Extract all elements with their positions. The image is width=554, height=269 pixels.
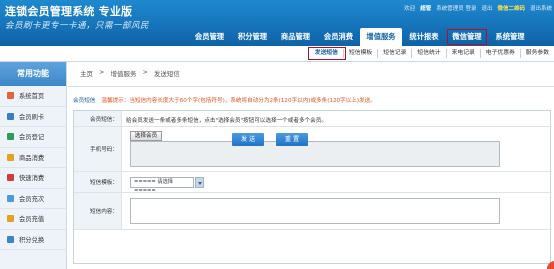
row-phone: 手机号码： 选择会员 xyxy=(74,127,552,172)
toplink-role: 系统管理员 登录 xyxy=(436,6,477,12)
cart-icon xyxy=(7,153,14,161)
template-select[interactable]: ===== 请选择 ===== xyxy=(130,177,194,194)
nav-goods-manage[interactable]: 商品管理 xyxy=(274,28,317,46)
breadcrumb-divider xyxy=(68,86,554,87)
content-label: 短信内容： xyxy=(74,193,122,229)
breadcrumb-current: 发送短信 xyxy=(153,70,180,78)
breadcrumb-sep: > xyxy=(99,68,105,76)
nav-system-manage[interactable]: 系统管理 xyxy=(488,28,532,46)
main-nav: 会员管理 积分管理 商品管理 会员消费 增值服务 统计报表 微信管理 系统管理 xyxy=(188,28,532,46)
sidebar-item-recharge[interactable]: 会员充值 xyxy=(0,209,66,230)
sidebar-header: 常用功能 xyxy=(0,62,66,86)
send-button[interactable]: 发 送 xyxy=(232,133,264,146)
row-member-sms: 会员短信： 给会员发送一条或者多条短信，点击"选择会员"按钮可以选择一个或者多个… xyxy=(74,111,552,127)
nav-member-manage[interactable]: 会员管理 xyxy=(188,28,231,46)
reset-button[interactable]: 重 置 xyxy=(276,133,308,146)
gift-icon xyxy=(7,235,14,243)
sidebar-item-recharge-count[interactable]: 会员充次 xyxy=(0,189,66,209)
top-header: 连锁会员管理系统 专业版 会员刷卡更专一卡通，只需一部风民 欢迎 超管 系统管理… xyxy=(0,0,554,46)
subnav-e-coupon[interactable]: 电子优惠券 xyxy=(481,49,521,58)
breadcrumb-value-added[interactable]: 增值服务 xyxy=(110,68,136,78)
row-template: 短信模板： ===== 请选择 ===== xyxy=(74,172,552,194)
member-sms-hint: 给会员发送一条或者多条短信，点击"选择会员"按钮可以选择一个或者多个会员。 xyxy=(126,118,327,124)
notice-warning: 温馨提示：当短信内容长度大于60个字(包括符号)，系统将自动分为2条(120字以… xyxy=(101,98,376,104)
sidebar-item-label: 系统首页 xyxy=(19,93,45,101)
sms-content-field[interactable] xyxy=(130,198,500,224)
user-card-icon xyxy=(7,112,14,120)
subnav-sms-stats[interactable]: 短信统计 xyxy=(412,49,447,58)
subnav-sms-records[interactable]: 短信记录 xyxy=(378,49,413,58)
subnav-send-sms[interactable]: 发送短信 xyxy=(307,47,346,60)
subnav-divider xyxy=(0,61,554,62)
sidebar-item-points-exchange[interactable]: 积分兑换 xyxy=(0,230,66,250)
sidebar: 常用功能 系统首页 会员刷卡 会员登记 商品消费 快速消费 会员充次 会员充值 … xyxy=(0,62,67,269)
toplink-exit-system[interactable]: 退出系统 xyxy=(530,4,552,12)
toplink-wechat-qrcode[interactable]: 微信二维码 xyxy=(497,4,525,12)
toplink-welcome: 欢迎 xyxy=(404,6,416,12)
sidebar-item-label: 会员充次 xyxy=(19,195,45,203)
home-icon xyxy=(7,92,14,100)
notice-bar: 会员短信 温馨提示：当短信内容长度大于60个字(包括符号)，系统将自动分为2条(… xyxy=(73,96,376,104)
sidebar-item-label: 会员充值 xyxy=(19,216,45,224)
sidebar-item-member-register[interactable]: 会员登记 xyxy=(0,127,66,148)
sub-nav: 发送短信 短信模板 短信记录 短信统计 来电记录 电子优惠券 服务参数 xyxy=(307,46,554,61)
sidebar-item-label: 积分兑换 xyxy=(19,236,45,244)
nav-stat-report[interactable]: 统计报表 xyxy=(402,28,446,46)
wallet-icon xyxy=(7,215,14,223)
notice-tag: 会员短信 xyxy=(73,98,96,104)
toplink-user[interactable]: 超管 xyxy=(420,4,431,12)
nav-member-consume[interactable]: 会员消费 xyxy=(317,28,360,46)
app-title: 连锁会员管理系统 专业版 xyxy=(5,5,133,18)
subnav-service-params[interactable]: 服务参数 xyxy=(521,49,554,58)
recharge-count-icon xyxy=(7,194,14,202)
sidebar-item-label: 快速消费 xyxy=(19,175,45,183)
sms-form: 会员短信： 给会员发送一条或者多条短信，点击"选择会员"按钮可以选择一个或者多个… xyxy=(73,110,552,264)
sidebar-item-home[interactable]: 系统首页 xyxy=(0,86,66,107)
chevron-down-icon[interactable] xyxy=(195,177,204,188)
user-add-icon xyxy=(7,133,14,141)
sidebar-item-goods-consume[interactable]: 商品消费 xyxy=(0,148,66,168)
sidebar-item-label: 会员登记 xyxy=(19,134,45,142)
sidebar-item-quick-consume[interactable]: 快速消费 xyxy=(0,168,66,189)
breadcrumb: 主页 > 增值服务 > 发送短信 xyxy=(80,68,180,78)
lightning-icon xyxy=(7,174,14,182)
select-member-button[interactable]: 选择会员 xyxy=(130,131,162,141)
breadcrumb-home[interactable]: 主页 xyxy=(80,68,93,78)
member-sms-label: 会员短信： xyxy=(74,111,122,126)
sidebar-item-label: 商品消费 xyxy=(19,154,45,162)
subnav-sms-template[interactable]: 短信模板 xyxy=(344,49,379,58)
phone-numbers-field[interactable] xyxy=(130,141,500,167)
sidebar-item-label: 会员刷卡 xyxy=(19,113,45,121)
subnav-call-records[interactable]: 来电记录 xyxy=(447,49,481,58)
breadcrumb-sep: > xyxy=(142,68,148,76)
phone-label: 手机号码： xyxy=(74,127,122,171)
toplink-logout[interactable]: 退出 xyxy=(481,4,492,12)
nav-value-added[interactable]: 增值服务 xyxy=(360,28,402,46)
app-slogan: 会员刷卡更专一卡通，只需一部风民 xyxy=(5,21,150,31)
top-links: 欢迎 超管 系统管理员 登录 退出 微信二维码 退出系统 xyxy=(404,4,552,12)
row-content: 短信内容： xyxy=(74,193,552,230)
nav-wechat-manage[interactable]: 微信管理 xyxy=(446,28,488,46)
nav-points-manage[interactable]: 积分管理 xyxy=(231,28,274,46)
template-label: 短信模板： xyxy=(74,172,122,192)
sidebar-item-member-card[interactable]: 会员刷卡 xyxy=(0,107,66,127)
